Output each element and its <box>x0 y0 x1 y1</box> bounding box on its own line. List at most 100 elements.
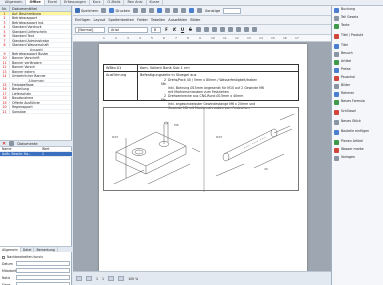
align-center-icon[interactable] <box>204 27 209 32</box>
tool-item[interactable]: Neues Formula <box>332 98 383 106</box>
column-width-menu[interactable]: Spaltenbreiten <box>108 18 134 22</box>
undo-button[interactable] <box>101 8 107 13</box>
form-field[interactable] <box>16 261 70 266</box>
form-row: Mitarbeiter <box>2 267 70 274</box>
tab-rev-ansi[interactable]: Rev Ansi <box>124 0 147 5</box>
tool-item[interactable]: Bauteile einfügen <box>332 126 383 138</box>
tool-item[interactable]: Planen Artikel <box>332 138 383 146</box>
tab-kurz[interactable]: Kurz <box>90 0 105 5</box>
tab-erfassungen[interactable]: Erfassungen <box>61 0 90 5</box>
table-cell: Name <box>2 147 12 151</box>
ruler[interactable]: 1 2 3 4 5 6 7 8 9 10 11 12 13 14 15 16 17 <box>73 35 331 42</box>
paste-button[interactable] <box>149 8 155 13</box>
tool-item[interactable]: Besuch <box>332 50 383 58</box>
list-item-label: Standard Vordruck <box>12 25 42 29</box>
ruler-mark: 1 <box>103 36 105 40</box>
tab-excel[interactable]: Excel <box>45 0 62 5</box>
justify-icon[interactable] <box>220 27 225 32</box>
fields-menu[interactable]: Felder <box>137 18 148 22</box>
images-menu[interactable]: Bilder <box>190 18 200 22</box>
column-header-number[interactable]: Nr. <box>0 6 10 11</box>
font-select[interactable]: Arial <box>108 26 148 33</box>
form-field[interactable] <box>16 275 70 280</box>
outdent-icon[interactable] <box>252 27 257 32</box>
italic-button[interactable]: K <box>172 27 177 32</box>
delete-icon[interactable]: ✕ <box>2 141 6 147</box>
tool-item[interactable]: Bilder <box>332 82 383 90</box>
bold-button[interactable]: F <box>164 27 169 32</box>
properties-tab[interactable]: Bemerkung <box>34 247 58 252</box>
table-button[interactable] <box>173 8 179 13</box>
tool-item[interactable]: Rahmen <box>332 90 383 98</box>
other-menu[interactable]: Sonstige <box>205 9 220 13</box>
align-right-icon[interactable] <box>212 27 217 32</box>
ruler-mark: 16 <box>283 36 287 40</box>
find-button[interactable] <box>157 8 163 13</box>
settings-button[interactable] <box>197 8 203 13</box>
insert-menu[interactable]: Einfügen <box>75 18 90 22</box>
tool-item[interactable]: Vorlagen <box>332 154 383 162</box>
tool-item[interactable]: Teil Gesetz <box>332 14 383 22</box>
tool-label: Texte <box>341 23 350 28</box>
properties-tab[interactable]: Allgemein <box>0 247 21 252</box>
select-menu[interactable]: Auswählen <box>168 18 187 22</box>
tool-item[interactable]: Wasser marke <box>332 146 383 154</box>
tool-item[interactable]: Neues Stück <box>332 118 383 126</box>
cut-button[interactable] <box>133 8 139 13</box>
tab-o-mails[interactable]: O-Mails <box>104 0 125 5</box>
print-button[interactable]: Drucken <box>109 8 130 13</box>
image-button[interactable] <box>181 8 187 13</box>
tool-label: Planen Artikel <box>341 139 363 144</box>
indent-icon[interactable] <box>244 27 249 32</box>
style-select[interactable]: [Normal] <box>75 26 105 33</box>
font-size-select[interactable]: 8 <box>151 26 161 33</box>
properties-tab[interactable]: Datei <box>21 247 35 252</box>
tool-item[interactable]: Preise <box>332 66 383 74</box>
strike-button[interactable]: S <box>188 27 193 32</box>
link-button[interactable] <box>165 8 171 13</box>
table-cell: Auftr. Beschr. Ka... <box>2 152 32 156</box>
tool-item[interactable]: Titel / Produkt <box>332 30 383 42</box>
tool-item[interactable]: Buchung <box>332 6 383 14</box>
edit-icon[interactable] <box>9 141 15 146</box>
tool-label: Teil Gesetz <box>341 15 359 20</box>
prev-page-button[interactable] <box>86 276 92 281</box>
table-row[interactable]: Auftr. Beschr. Ka... 1 <box>0 152 72 157</box>
form-field[interactable] <box>16 268 70 273</box>
tool-item[interactable]: Titel <box>332 42 383 50</box>
next-page-button[interactable] <box>108 276 115 281</box>
save-icon <box>75 8 80 13</box>
tool-item[interactable]: Artikel <box>332 58 383 66</box>
tab-kurze[interactable]: Kurze <box>147 0 164 5</box>
save-button[interactable]: Speichern <box>75 8 98 13</box>
underline-button[interactable]: U <box>180 27 185 32</box>
document-area[interactable]: WBkv.01 Kom. Vollant Bank Sub 1 nm Ausfü… <box>73 42 331 271</box>
last-page-button[interactable] <box>118 276 125 281</box>
zoom-level[interactable]: 100 % <box>128 277 138 281</box>
list-item-label: Offerte Ausführen <box>12 100 41 105</box>
column-header-title[interactable]: Dokumenttitel <box>10 6 39 11</box>
bullet-list-icon[interactable] <box>228 27 233 32</box>
paste-icon <box>149 8 155 13</box>
info-button[interactable] <box>189 8 195 13</box>
list-item-label: Banner Vorsch <box>12 65 36 69</box>
list-item[interactable]: 21 Sonstige <box>0 109 71 115</box>
first-page-button[interactable] <box>76 276 82 281</box>
list-item-label: Sonstige <box>12 109 26 114</box>
numbered-list-icon[interactable] <box>236 27 241 32</box>
tab-office[interactable]: Office <box>26 0 45 5</box>
main-toolbar: Speichern Drucken Sonstige <box>73 6 331 16</box>
tool-item[interactable]: Schlüssel <box>332 106 383 118</box>
layout-menu[interactable]: Layout <box>93 18 105 22</box>
rework-checkbox[interactable] <box>2 255 5 259</box>
tool-item[interactable]: Texte <box>332 22 383 30</box>
align-left-icon[interactable] <box>196 27 201 32</box>
tool-item[interactable]: Pauschal <box>332 74 383 82</box>
tables-menu[interactable]: Tabellen <box>151 18 165 22</box>
ruler-mark: 12 <box>235 36 239 40</box>
tool-icon <box>334 33 339 39</box>
zoom-select[interactable] <box>223 7 242 14</box>
tab-allgemein[interactable]: Allgemein <box>2 0 27 5</box>
document-page[interactable]: WBkv.01 Kom. Vollant Bank Sub 1 nm Ausfü… <box>99 44 307 271</box>
copy-button[interactable] <box>141 8 147 13</box>
